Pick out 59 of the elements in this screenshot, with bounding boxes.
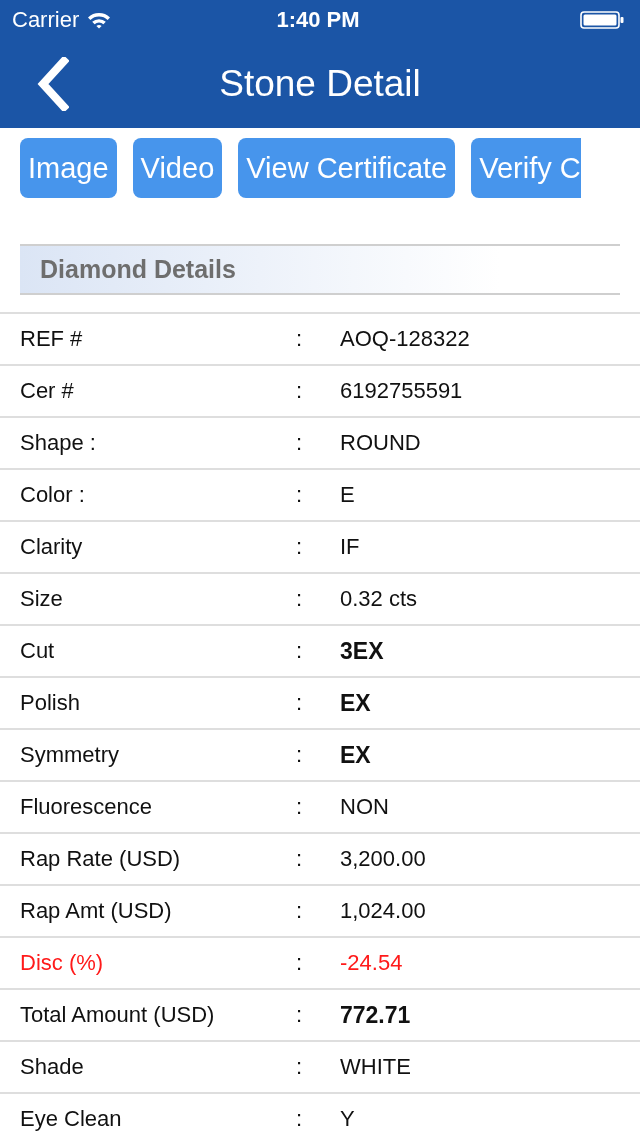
carrier-label: Carrier <box>12 7 80 33</box>
action-button[interactable]: Verify C <box>471 138 581 198</box>
detail-value: WHITE <box>340 1054 411 1080</box>
detail-label: Rap Rate (USD) <box>19 846 182 872</box>
detail-label: Size <box>19 586 64 612</box>
separator-colon: : <box>296 794 304 820</box>
detail-label: Shade <box>19 1054 85 1080</box>
detail-value: EX <box>340 689 371 717</box>
screen-title: Stone Detail <box>219 63 421 105</box>
detail-label: REF # <box>19 326 84 352</box>
separator-colon: : <box>296 898 304 924</box>
detail-label: Disc (%) <box>19 950 105 976</box>
detail-label: Cut <box>19 638 56 664</box>
separator-colon: : <box>296 1002 304 1028</box>
separator-colon: : <box>296 1106 304 1132</box>
action-button[interactable]: Video <box>132 138 223 198</box>
separator-colon: : <box>296 690 304 716</box>
action-button[interactable]: View Certificate <box>238 138 456 198</box>
detail-label: Rap Amt (USD) <box>19 898 173 924</box>
detail-label: Clarity <box>19 534 84 560</box>
separator-colon: : <box>296 326 304 352</box>
detail-value: ROUND <box>340 430 421 456</box>
separator-colon: : <box>296 846 304 872</box>
detail-value: 1,024.00 <box>340 898 426 924</box>
detail-label: Symmetry <box>19 742 120 768</box>
action-button[interactable]: Image <box>20 138 117 198</box>
separator-colon: : <box>296 534 304 560</box>
separator-colon: : <box>296 1054 304 1080</box>
section-header: Diamond Details <box>20 244 620 295</box>
detail-value: 772.71 <box>340 1001 411 1029</box>
detail-label: Cer # <box>19 378 75 404</box>
separator-colon: : <box>296 742 304 768</box>
separator-colon: : <box>296 638 304 664</box>
detail-value: AOQ-128322 <box>340 326 470 352</box>
detail-value: E <box>340 482 355 508</box>
separator-colon: : <box>296 950 304 976</box>
detail-value: -24.54 <box>340 950 403 976</box>
wifi-icon <box>87 11 112 29</box>
detail-value: 3EX <box>340 637 384 665</box>
separator-colon: : <box>296 378 304 404</box>
detail-value: 6192755591 <box>340 378 463 404</box>
detail-label: Polish <box>19 690 81 716</box>
detail-label: Shape : <box>19 430 97 456</box>
battery-icon <box>580 11 624 29</box>
separator-colon: : <box>296 586 304 612</box>
detail-value: 3,200.00 <box>340 846 426 872</box>
chevron-left-icon <box>35 57 69 111</box>
status-time: 1:40 PM <box>276 7 360 33</box>
separator-colon: : <box>296 430 304 456</box>
detail-value: 0.32 cts <box>340 586 418 612</box>
detail-label: Total Amount (USD) <box>19 1002 216 1028</box>
detail-value: EX <box>340 741 371 769</box>
detail-label: Fluorescence <box>19 794 154 820</box>
detail-label: Color : <box>19 482 86 508</box>
detail-label: Eye Clean <box>19 1106 123 1132</box>
separator-colon: : <box>296 482 304 508</box>
detail-value: Y <box>340 1106 355 1132</box>
detail-value: NON <box>340 794 389 820</box>
detail-value: IF <box>340 534 360 560</box>
